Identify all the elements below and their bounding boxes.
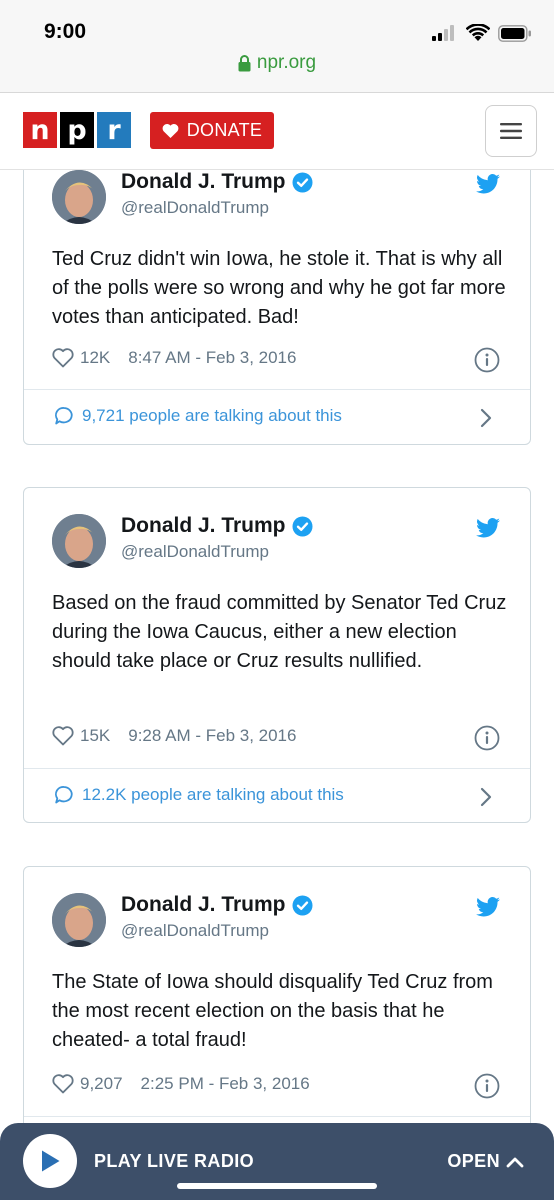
- avatar[interactable]: [52, 170, 106, 224]
- verified-icon: [292, 516, 313, 536]
- chevron-up-icon: [506, 1157, 524, 1167]
- twitter-bird-icon[interactable]: [476, 897, 500, 917]
- battery-icon: [498, 24, 531, 42]
- lock-icon: [238, 54, 251, 71]
- author-name[interactable]: Donald J. Trump: [121, 893, 313, 917]
- talking-link[interactable]: 12.2K people are talking about this: [54, 785, 344, 805]
- open-label: OPEN: [447, 1151, 500, 1171]
- tweet-text: Ted Cruz didn't win Iowa, he stole it. T…: [52, 248, 506, 328]
- address-bar[interactable]: npr.org: [0, 52, 554, 74]
- speech-bubble-icon: [55, 407, 73, 425]
- tweet-text: The State of Iowa should disqualify Ted …: [52, 971, 493, 1051]
- cellular-signal-icon: [432, 25, 454, 41]
- wifi-icon: [466, 24, 490, 41]
- chevron-right-icon[interactable]: [480, 787, 492, 807]
- avatar-image: [52, 893, 106, 947]
- status-icons: [432, 24, 532, 42]
- speech-bubble-icon: [55, 786, 73, 804]
- author-handle[interactable]: @realDonaldTrump: [121, 542, 269, 562]
- tweet-card[interactable]: Donald J. Trump @realDonaldTrump Ted Cru…: [23, 143, 531, 445]
- avatar[interactable]: [52, 514, 106, 568]
- divider: [24, 768, 530, 769]
- twitter-bird-icon[interactable]: [476, 518, 500, 538]
- talking-text: 9,721 people are talking about this: [82, 406, 342, 425]
- donate-label: DONATE: [186, 120, 263, 140]
- logo-letter-r: r: [97, 112, 131, 148]
- author-name-text: Donald J. Trump: [121, 893, 286, 916]
- author-handle[interactable]: @realDonaldTrump: [121, 921, 269, 941]
- verified-icon: [292, 895, 313, 915]
- avatar-image: [52, 170, 106, 224]
- author-handle[interactable]: @realDonaldTrump: [121, 198, 269, 218]
- avatar-image: [52, 514, 106, 568]
- divider: [24, 1116, 530, 1117]
- info-icon[interactable]: [474, 725, 500, 751]
- info-icon[interactable]: [474, 347, 500, 373]
- heart-outline-icon[interactable]: [52, 726, 74, 746]
- twitter-bird-icon[interactable]: [476, 174, 500, 194]
- like-count: 9,207: [80, 1074, 123, 1093]
- talking-text: 12.2K people are talking about this: [82, 785, 344, 804]
- home-indicator: [177, 1183, 377, 1189]
- heart-outline-icon[interactable]: [52, 1074, 74, 1094]
- play-button[interactable]: [23, 1134, 77, 1188]
- tweet-meta: 15K 9:28 AM - Feb 3, 2016: [52, 726, 296, 746]
- tweet-card[interactable]: Donald J. Trump @realDonaldTrump The Sta…: [23, 866, 531, 1166]
- like-count: 15K: [80, 726, 111, 745]
- author-name-text: Donald J. Trump: [121, 514, 286, 537]
- donate-button[interactable]: DONATE: [150, 112, 274, 149]
- logo-letter-n: n: [23, 112, 57, 148]
- menu-button[interactable]: [485, 105, 537, 157]
- tweet-text: Based on the fraud committed by Senator …: [52, 592, 507, 672]
- heart-icon: [162, 123, 179, 138]
- url-text: npr.org: [256, 52, 317, 73]
- tweet-card[interactable]: Donald J. Trump @realDonaldTrump Based o…: [23, 487, 531, 823]
- heart-outline-icon[interactable]: [52, 348, 74, 368]
- like-count: 12K: [80, 348, 111, 367]
- author-name[interactable]: Donald J. Trump: [121, 514, 313, 538]
- play-icon: [42, 1150, 60, 1172]
- hamburger-icon: [500, 123, 522, 139]
- tweet-meta: 9,207 2:25 PM - Feb 3, 2016: [52, 1074, 310, 1094]
- logo-letter-p: p: [60, 112, 94, 148]
- clock: 9:00: [44, 20, 87, 43]
- open-player-button[interactable]: OPEN: [447, 1151, 524, 1172]
- tweet-timestamp[interactable]: 8:47 AM - Feb 3, 2016: [128, 348, 296, 368]
- tweet-timestamp[interactable]: 2:25 PM - Feb 3, 2016: [141, 1074, 310, 1094]
- divider: [24, 389, 530, 390]
- avatar[interactable]: [52, 893, 106, 947]
- verified-icon: [292, 172, 313, 192]
- play-live-radio-label[interactable]: PLAY LIVE RADIO: [94, 1151, 254, 1172]
- tweet-timestamp[interactable]: 9:28 AM - Feb 3, 2016: [128, 726, 296, 746]
- browser-status-bar: 9:00 npr.org: [0, 0, 554, 93]
- npr-logo[interactable]: n p r: [23, 112, 131, 148]
- info-icon[interactable]: [474, 1073, 500, 1099]
- talking-link[interactable]: 9,721 people are talking about this: [54, 406, 342, 426]
- author-name[interactable]: Donald J. Trump: [121, 170, 313, 194]
- author-name-text: Donald J. Trump: [121, 170, 286, 193]
- npr-header: n p r DONATE: [0, 93, 554, 170]
- tweet-meta: 12K 8:47 AM - Feb 3, 2016: [52, 348, 296, 368]
- chevron-right-icon[interactable]: [480, 408, 492, 428]
